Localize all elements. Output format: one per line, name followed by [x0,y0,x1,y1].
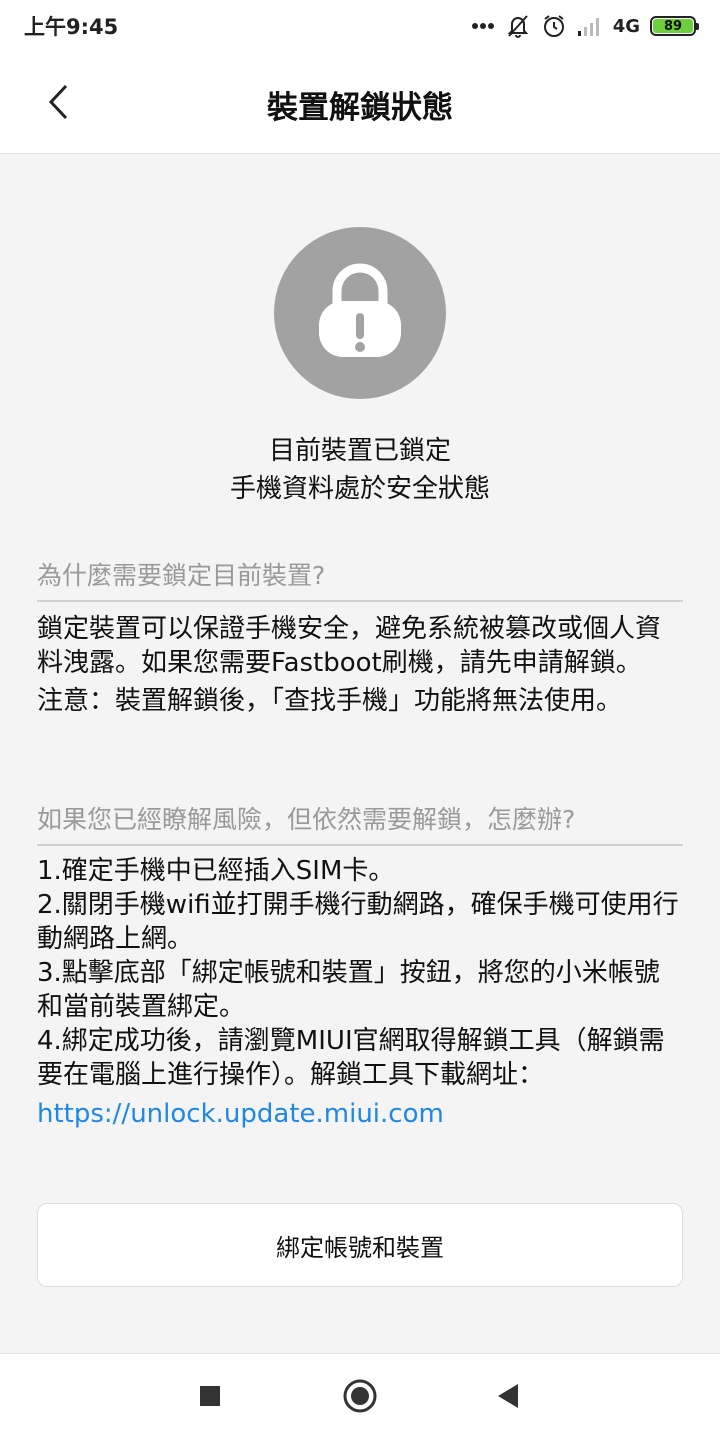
page-title: 裝置解鎖狀態 [267,90,453,126]
status-time: 上午9:45 [24,15,119,39]
how-section: 如果您已經瞭解風險，但依然需要解鎖，怎麼辦? 1.確定手機中已經插入SIM卡。 … [37,800,683,1134]
why-paragraph: 鎖定裝置可以保證手機安全，避免系統被篡改或個人資料洩露。如果您需要Fastboo… [37,614,662,678]
how-section-body: 1.確定手機中已經插入SIM卡。 2.關閉手機wifi並打開手機行動網路，確保手… [37,854,683,1134]
recents-button[interactable] [188,1376,232,1420]
status-icons: 4G 89 [471,13,699,39]
how-section-title: 如果您已經瞭解風險，但依然需要解鎖，怎麼辦? [37,800,683,846]
signal-icon [577,15,603,37]
lock-status-line: 手機資料處於安全狀態 [229,474,490,504]
nav-header: 裝置解鎖狀態 [0,52,720,154]
step-item: 1.確定手機中已經插入SIM卡。 [37,856,395,886]
bind-account-device-button[interactable]: 綁定帳號和裝置 [37,1203,683,1287]
mute-bell-icon [505,13,531,39]
lock-warning-icon [315,261,405,365]
why-section-body: 鎖定裝置可以保證手機安全，避免系統被篡改或個人資料洩露。如果您需要Fastboo… [37,612,683,718]
why-section-title: 為什麼需要鎖定目前裝置? [37,556,683,602]
4g-icon: 4G [612,15,640,37]
more-dots-icon [471,22,495,30]
circle-icon [342,1378,378,1418]
square-icon [199,1385,221,1411]
home-button[interactable] [338,1376,382,1420]
lock-status-text: 目前裝置已鎖定 手機資料處於安全狀態 [0,432,720,508]
alarm-icon [541,13,567,39]
step-item: 4.綁定成功後，請瀏覽MIUI官網取得解鎖工具（解鎖需要在電腦上進行操作）。解鎖… [37,1026,665,1090]
battery-icon: 89 [650,16,699,36]
triangle-back-icon [496,1383,520,1413]
unlock-download-link[interactable]: https://unlock.update.miui.com [37,1094,683,1134]
warning-paragraph: 注意：裝置解鎖後，「查找手機」功能將無法使用。 [37,686,623,716]
step-item: 2.關閉手機wifi並打開手機行動網路，確保手機可使用行動網路上網。 [37,890,679,954]
lock-status-circle [274,227,446,399]
step-item: 3.點擊底部「綁定帳號和裝置」按鈕，將您的小米帳號和當前裝置綁定。 [37,958,660,1022]
back-nav-button[interactable] [486,1376,530,1420]
system-nav-bar [0,1353,720,1440]
lock-status-line: 目前裝置已鎖定 [268,436,451,466]
why-section: 為什麼需要鎖定目前裝置? 鎖定裝置可以保證手機安全，避免系統被篡改或個人資料洩露… [37,556,683,718]
battery-level: 89 [653,19,693,34]
status-bar: 上午9:45 4G 89 [0,0,720,52]
